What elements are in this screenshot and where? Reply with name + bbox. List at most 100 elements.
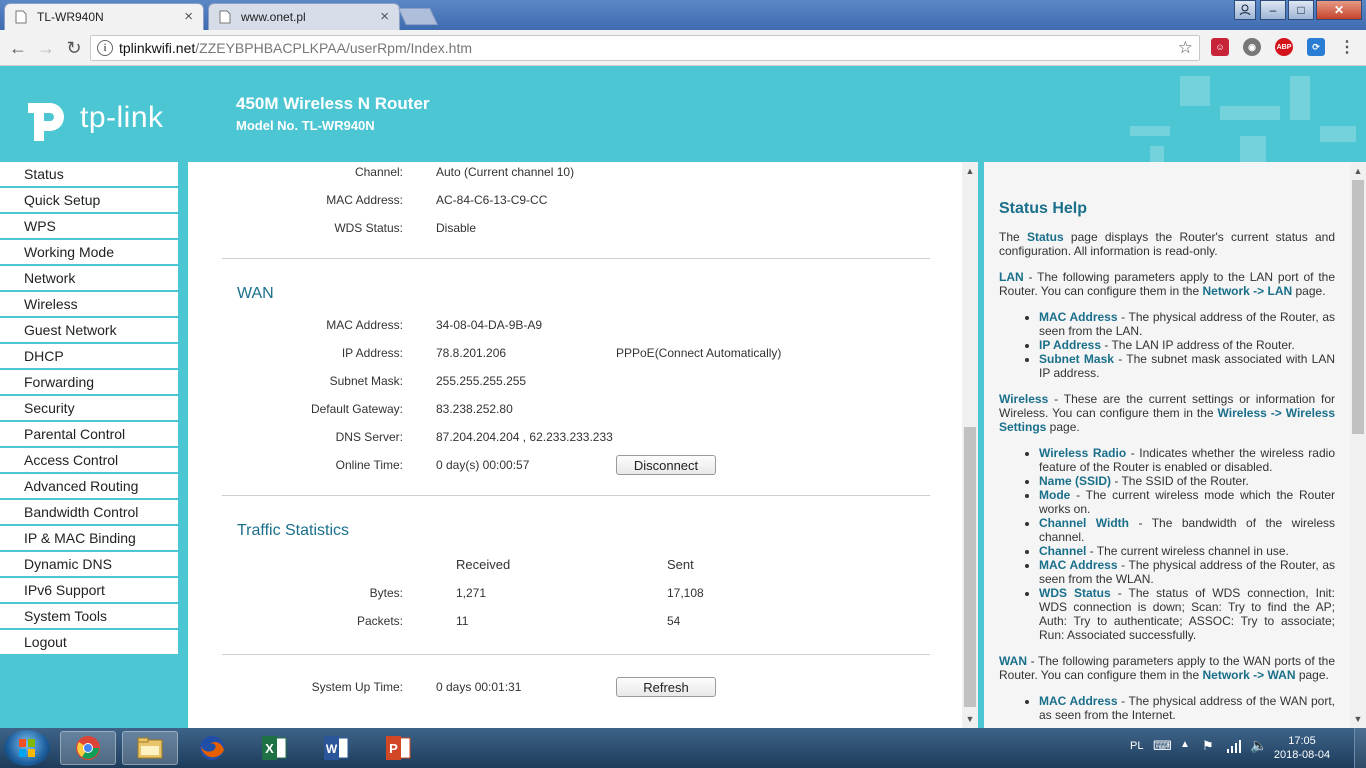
- menu-item-advanced-routing[interactable]: Advanced Routing: [0, 474, 178, 498]
- tp-link-logo: tp-link: [24, 93, 164, 143]
- help-lan: LAN - The following parameters apply to …: [999, 270, 1335, 298]
- model-info: 450M Wireless N Router Model No. TL-WR94…: [236, 94, 430, 133]
- menu-item-wps[interactable]: WPS: [0, 214, 178, 238]
- word-taskbar-icon[interactable]: W: [308, 731, 364, 765]
- list-item: Channel - The current wireless channel i…: [1039, 544, 1335, 558]
- adblock-plus-icon[interactable]: ABP: [1275, 38, 1293, 56]
- menu-item-network[interactable]: Network: [0, 266, 178, 290]
- tab-tl-wr940n[interactable]: TL-WR940N ×: [4, 3, 204, 30]
- show-desktop-button[interactable]: [1354, 728, 1366, 768]
- product-name: 450M Wireless N Router: [236, 94, 430, 113]
- status-scrollbar[interactable]: ▲ ▼: [962, 162, 978, 728]
- reload-icon[interactable]: ↻: [62, 36, 86, 60]
- list-item: Mode - The current wireless mode which t…: [1039, 488, 1335, 516]
- new-tab-button[interactable]: [398, 8, 438, 25]
- menu-item-dhcp[interactable]: DHCP: [0, 344, 178, 368]
- tab-onet[interactable]: www.onet.pl ×: [208, 3, 400, 30]
- sent-column-header: Sent: [667, 557, 694, 572]
- start-button[interactable]: [4, 730, 50, 766]
- browser-titlebar: TL-WR940N × www.onet.pl × – □ ✕: [0, 0, 1366, 30]
- received-column-header: Received: [456, 557, 511, 572]
- scroll-up-icon[interactable]: ▲: [962, 164, 978, 178]
- scroll-down-icon[interactable]: ▼: [962, 712, 978, 726]
- help-scrollbar[interactable]: ▲ ▼: [1350, 162, 1366, 728]
- help-wireless-list: Wireless Radio - Indicates whether the w…: [1039, 446, 1335, 642]
- wan-dns-value: 87.204.204.204 , 62.233.233.233: [436, 430, 613, 444]
- menu-item-bandwidth-control[interactable]: Bandwidth Control: [0, 500, 178, 524]
- wireless-mac-label: MAC Address:: [326, 193, 403, 207]
- menu-item-parental-control[interactable]: Parental Control: [0, 422, 178, 446]
- menu-item-security[interactable]: Security: [0, 396, 178, 420]
- menu-item-logout[interactable]: Logout: [0, 630, 178, 654]
- scroll-up-icon[interactable]: ▲: [1350, 164, 1366, 178]
- menu-item-wireless[interactable]: Wireless: [0, 292, 178, 316]
- list-item: Channel Width - The bandwidth of the wir…: [1039, 516, 1335, 544]
- extension-tool-icon[interactable]: ⟳: [1307, 38, 1325, 56]
- forward-icon[interactable]: →: [34, 36, 58, 60]
- info-icon[interactable]: i: [97, 40, 113, 56]
- menu-item-ipv6-support[interactable]: IPv6 Support: [0, 578, 178, 602]
- wan-connection-type: PPPoE(Connect Automatically): [616, 346, 782, 360]
- refresh-button[interactable]: Refresh: [616, 677, 716, 697]
- taskbar: X W P PL ⌨ ▲ ⚑ 🔈 17:05 2018-08-04: [0, 728, 1366, 768]
- menu-item-access-control[interactable]: Access Control: [0, 448, 178, 472]
- disconnect-button[interactable]: Disconnect: [616, 455, 716, 475]
- channel-value: Auto (Current channel 10): [436, 165, 575, 179]
- menu-item-forwarding[interactable]: Forwarding: [0, 370, 178, 394]
- action-center-icon[interactable]: ⚑: [1202, 738, 1214, 754]
- menu-item-system-tools[interactable]: System Tools: [0, 604, 178, 628]
- tp-link-logo-icon: [28, 103, 64, 141]
- list-item: MAC Address - The physical address of th…: [1039, 310, 1335, 338]
- wds-status-value: Disable: [436, 221, 477, 235]
- user-icon[interactable]: [1234, 0, 1256, 20]
- tab-close-icon[interactable]: ×: [184, 9, 193, 25]
- extension-smiley-icon[interactable]: ☺: [1211, 38, 1229, 56]
- back-icon[interactable]: ←: [6, 36, 30, 60]
- packets-sent: 54: [667, 614, 681, 628]
- address-bar[interactable]: i tplinkwifi.net/ZZEYBPHBACPLKPAA/userRp…: [90, 35, 1200, 61]
- uptime-label: System Up Time:: [311, 680, 403, 694]
- help-intro: The Status page displays the Router's cu…: [999, 230, 1335, 258]
- minimize-button[interactable]: –: [1260, 0, 1286, 20]
- menu-item-quick-setup[interactable]: Quick Setup: [0, 188, 178, 212]
- excel-taskbar-icon[interactable]: X: [246, 731, 302, 765]
- menu-item-status[interactable]: Status: [0, 162, 178, 186]
- section-divider: [222, 258, 930, 259]
- wan-subnet-label: Subnet Mask:: [329, 374, 403, 388]
- menu-icon[interactable]: ⋮: [1338, 38, 1356, 56]
- tab-title: www.onet.pl: [241, 10, 306, 24]
- wan-section-title: WAN: [237, 285, 274, 302]
- show-hidden-icons-icon[interactable]: ▲: [1180, 739, 1190, 750]
- menu-item-working-mode[interactable]: Working Mode: [0, 240, 178, 264]
- wds-status-label: WDS Status:: [334, 221, 403, 235]
- page-icon: [13, 9, 29, 25]
- chrome-taskbar-icon[interactable]: [60, 731, 116, 765]
- firefox-taskbar-icon[interactable]: [184, 731, 240, 765]
- page-icon: [217, 9, 233, 25]
- powerpoint-taskbar-icon[interactable]: P: [370, 731, 426, 765]
- bookmark-star-icon[interactable]: ☆: [1178, 38, 1193, 58]
- close-button[interactable]: ✕: [1316, 0, 1362, 20]
- packets-received: 11: [456, 614, 469, 628]
- menu-item-guest-network[interactable]: Guest Network: [0, 318, 178, 342]
- maximize-button[interactable]: □: [1288, 0, 1314, 20]
- menu-item-dynamic-dns[interactable]: Dynamic DNS: [0, 552, 178, 576]
- menu-item-ip-mac-binding[interactable]: IP & MAC Binding: [0, 526, 178, 550]
- language-indicator[interactable]: PL: [1130, 740, 1143, 752]
- volume-icon[interactable]: 🔈: [1250, 737, 1267, 754]
- tab-close-icon[interactable]: ×: [380, 9, 389, 25]
- keyboard-icon[interactable]: ⌨: [1153, 738, 1172, 754]
- uptime-value: 0 days 00:01:31: [436, 680, 522, 694]
- extension-globe-icon[interactable]: ◉: [1243, 38, 1261, 56]
- scroll-down-icon[interactable]: ▼: [1350, 712, 1366, 726]
- wan-ip-label: IP Address:: [341, 346, 403, 360]
- url-path: /ZZEYBPHBACPLKPAA/userRpm/Index.htm: [195, 40, 472, 56]
- wan-gateway-value: 83.238.252.80: [436, 402, 513, 416]
- status-panel: Channel: Auto (Current channel 10) MAC A…: [188, 162, 962, 728]
- network-signal-icon[interactable]: [1226, 738, 1242, 757]
- packets-label: Packets:: [356, 614, 403, 628]
- scrollbar-thumb[interactable]: [1352, 180, 1364, 434]
- system-clock[interactable]: 17:05 2018-08-04: [1272, 734, 1332, 762]
- explorer-taskbar-icon[interactable]: [122, 731, 178, 765]
- scrollbar-thumb[interactable]: [964, 427, 976, 707]
